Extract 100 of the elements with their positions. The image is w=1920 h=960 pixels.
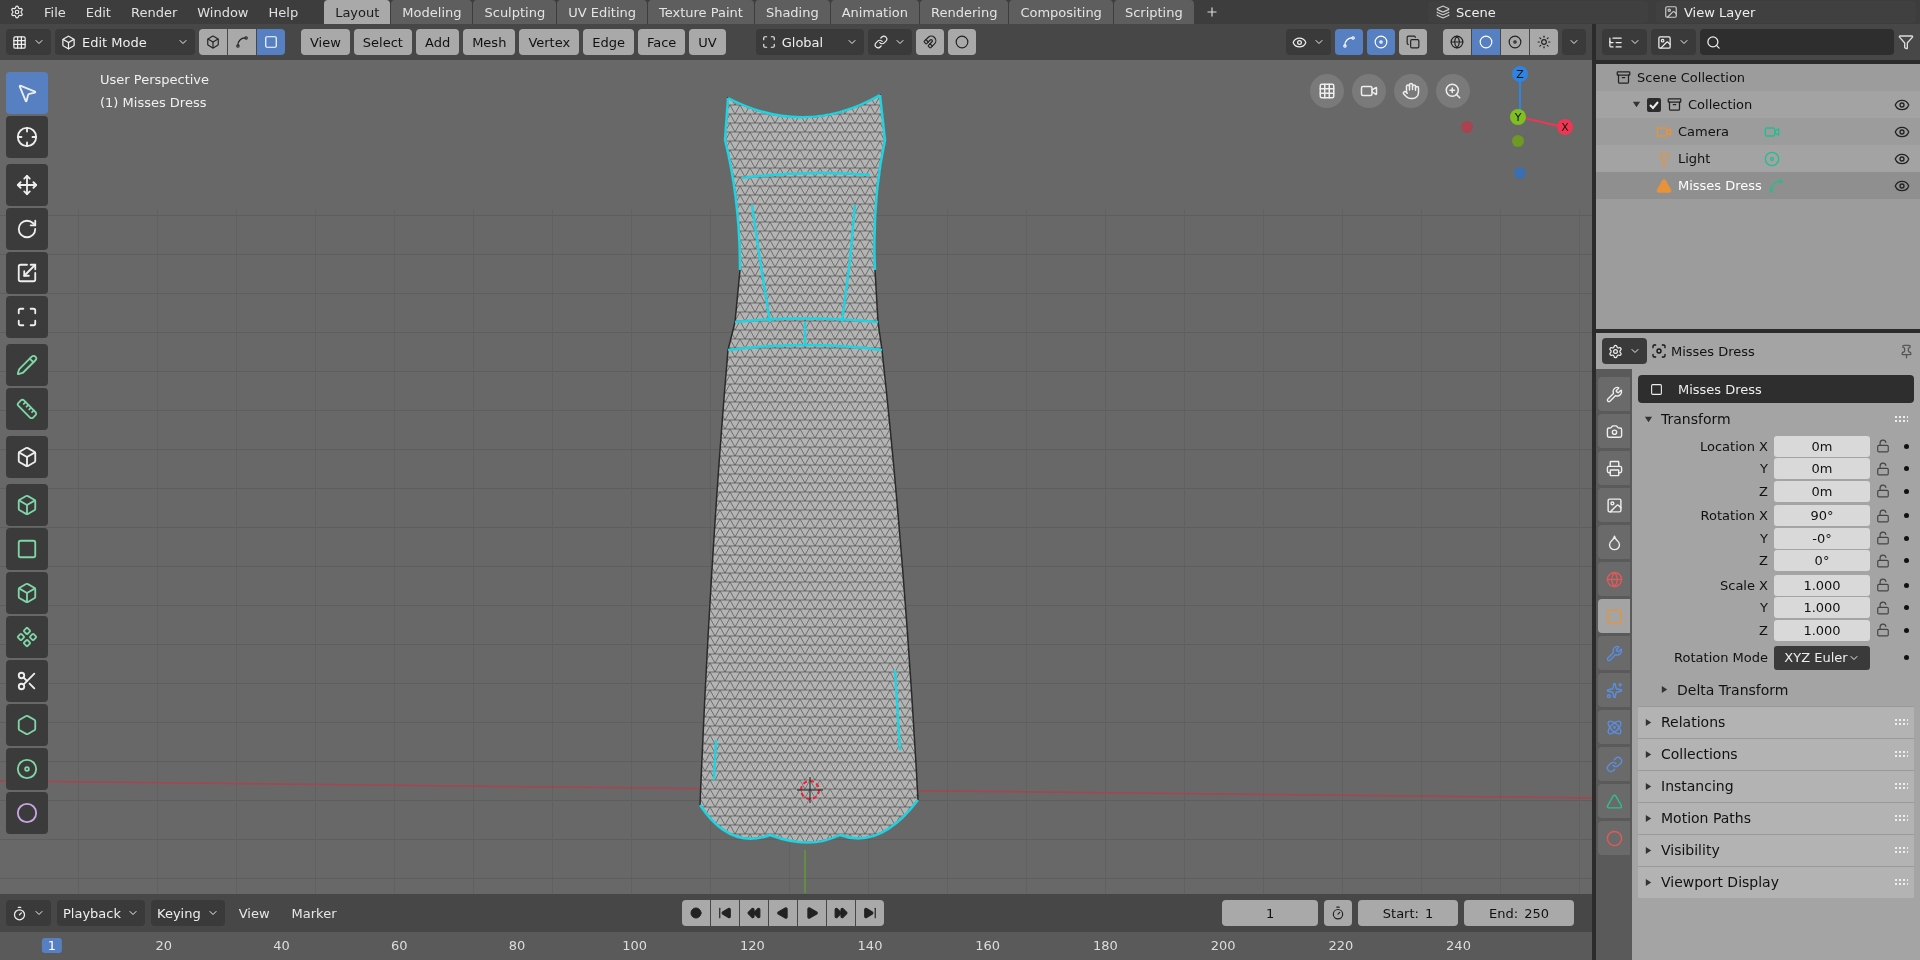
workspace-tab[interactable]: Scripting [1113, 0, 1194, 24]
keyframe-dot-icon[interactable] [1904, 535, 1909, 541]
current-frame-marker[interactable]: 1 [41, 938, 63, 953]
disclosure-triangle-icon[interactable] [1644, 813, 1653, 823]
lock-icon[interactable] [1876, 600, 1890, 615]
menu-item[interactable]: File [34, 0, 76, 24]
overlay-toggle[interactable] [1367, 29, 1395, 55]
next-keyframe-button[interactable] [827, 900, 856, 926]
disclosure-triangle-icon[interactable] [1644, 749, 1653, 759]
lock-icon[interactable] [1876, 461, 1890, 476]
lock-icon[interactable] [1876, 439, 1890, 454]
keyframe-dot-icon[interactable] [1904, 513, 1909, 519]
menu-button[interactable]: UV [689, 29, 726, 55]
disclosure-triangle-icon[interactable] [1644, 414, 1653, 424]
menu-button[interactable]: Edge [583, 29, 634, 55]
editor-type-button[interactable] [1602, 29, 1647, 55]
xray-toggle[interactable] [1399, 29, 1427, 55]
keyframe-dot-icon[interactable] [1904, 558, 1909, 564]
menu-item[interactable]: Window [187, 0, 259, 24]
previous-keyframe-button[interactable] [740, 900, 769, 926]
menu-item[interactable]: Help [258, 0, 309, 24]
inset-tool-button[interactable] [6, 528, 48, 570]
wireframe-shading-button[interactable] [1443, 29, 1471, 55]
drag-handle-icon[interactable] [1894, 878, 1908, 886]
panel-header[interactable]: Motion Paths [1638, 801, 1914, 834]
disclosure-triangle-icon[interactable] [1644, 717, 1653, 727]
measure-tool-button[interactable] [6, 388, 48, 430]
editor-type-button[interactable] [6, 29, 51, 55]
output-tab[interactable] [1598, 451, 1630, 485]
axis-gizmo-drawing[interactable]: Z Y X [1455, 60, 1585, 190]
tool-tab[interactable] [1598, 377, 1630, 411]
extrude-tool-button[interactable] [6, 484, 48, 526]
menu-button[interactable]: Playback [57, 900, 145, 926]
snap-toggle[interactable] [915, 29, 944, 55]
menu-item[interactable]: Render [120, 0, 188, 24]
menu-button[interactable]: Vertex [519, 29, 580, 55]
keyframe-dot-icon[interactable] [1904, 605, 1909, 611]
checkbox[interactable] [1647, 97, 1661, 112]
menu-button[interactable]: Face [637, 29, 686, 55]
rendered-shading-button[interactable] [1530, 29, 1558, 55]
tree-item[interactable]: Scene Collection [1637, 70, 1746, 85]
smooth-tool-button[interactable] [6, 792, 48, 834]
expand-triangle-icon[interactable] [1632, 100, 1641, 109]
pan-button[interactable] [1394, 74, 1428, 108]
loop-cut-tool-button[interactable] [6, 616, 48, 658]
lock-icon[interactable] [1876, 623, 1890, 638]
keyframe-dot-icon[interactable] [1904, 655, 1909, 660]
panel-header[interactable]: Relations [1638, 705, 1914, 738]
workspace-tab[interactable]: Texture Paint [648, 0, 754, 24]
material-shading-button[interactable] [1501, 29, 1529, 55]
jump-start-button[interactable] [711, 900, 740, 926]
workspace-tab[interactable]: UV Editing [557, 0, 647, 24]
menu-button[interactable]: Add [415, 29, 460, 55]
number-field[interactable]: -0° [1774, 527, 1870, 549]
gear-icon[interactable] [10, 5, 24, 19]
view-layer-tab[interactable] [1598, 488, 1630, 522]
pivot-dropdown[interactable] [867, 29, 912, 55]
workspace-tab[interactable]: Rendering [920, 0, 1009, 24]
number-field[interactable]: 90° [1774, 505, 1870, 527]
plus-icon[interactable] [1204, 5, 1219, 19]
render-tab[interactable] [1598, 414, 1630, 448]
panel-header[interactable]: Collections [1638, 737, 1914, 770]
edge-select-mode-button[interactable] [228, 29, 256, 55]
disclosure-triangle-icon[interactable] [1644, 781, 1653, 791]
panel-header[interactable]: Visibility [1638, 833, 1914, 866]
cursor-tool-button[interactable] [6, 116, 48, 158]
menu-item[interactable]: Marker [283, 905, 345, 921]
number-field[interactable]: 1.000 [1774, 597, 1870, 619]
drag-handle-icon[interactable] [1894, 415, 1908, 423]
workspace-tab[interactable]: Layout [324, 0, 391, 24]
number-field[interactable]: 0m [1774, 458, 1870, 480]
menu-item[interactable]: View [230, 905, 278, 921]
annotate-tool-button[interactable] [6, 344, 48, 386]
tree-item[interactable]: Collection [1688, 97, 1753, 112]
workspace-tab[interactable]: Modeling [391, 0, 473, 24]
move-tool-button[interactable] [6, 164, 48, 206]
keyframe-dot-icon[interactable] [1904, 627, 1909, 633]
number-field[interactable]: 1.000 [1774, 574, 1870, 596]
keyframe-dot-icon[interactable] [1904, 582, 1909, 588]
start-frame-field[interactable]: Start: 1 [1358, 900, 1458, 926]
lock-icon[interactable] [1876, 578, 1890, 593]
number-field[interactable]: 0m [1774, 435, 1870, 457]
add-cube-tool-button[interactable] [6, 436, 48, 478]
keyframe-dot-icon[interactable] [1904, 488, 1909, 494]
display-mode-button[interactable] [1651, 29, 1696, 55]
bevel-tool-button[interactable] [6, 572, 48, 614]
menu-button[interactable]: View [301, 29, 350, 55]
mode-dropdown[interactable]: Edit Mode [55, 29, 195, 55]
disclosure-triangle-icon[interactable] [1644, 845, 1653, 855]
number-field[interactable]: 0° [1774, 550, 1870, 572]
drag-handle-icon[interactable] [1894, 750, 1908, 758]
record-button[interactable] [682, 900, 711, 926]
play-reverse-button[interactable] [769, 900, 798, 926]
orientation-dropdown[interactable]: Global [755, 29, 864, 55]
scale-tool-button[interactable] [6, 252, 48, 294]
zoom-button[interactable] [1436, 74, 1470, 108]
poly-build-tool-button[interactable] [6, 704, 48, 746]
object-name-field[interactable]: Misses Dress [1638, 375, 1914, 403]
timer-button[interactable] [1324, 900, 1352, 926]
rotate-tool-button[interactable] [6, 208, 48, 250]
